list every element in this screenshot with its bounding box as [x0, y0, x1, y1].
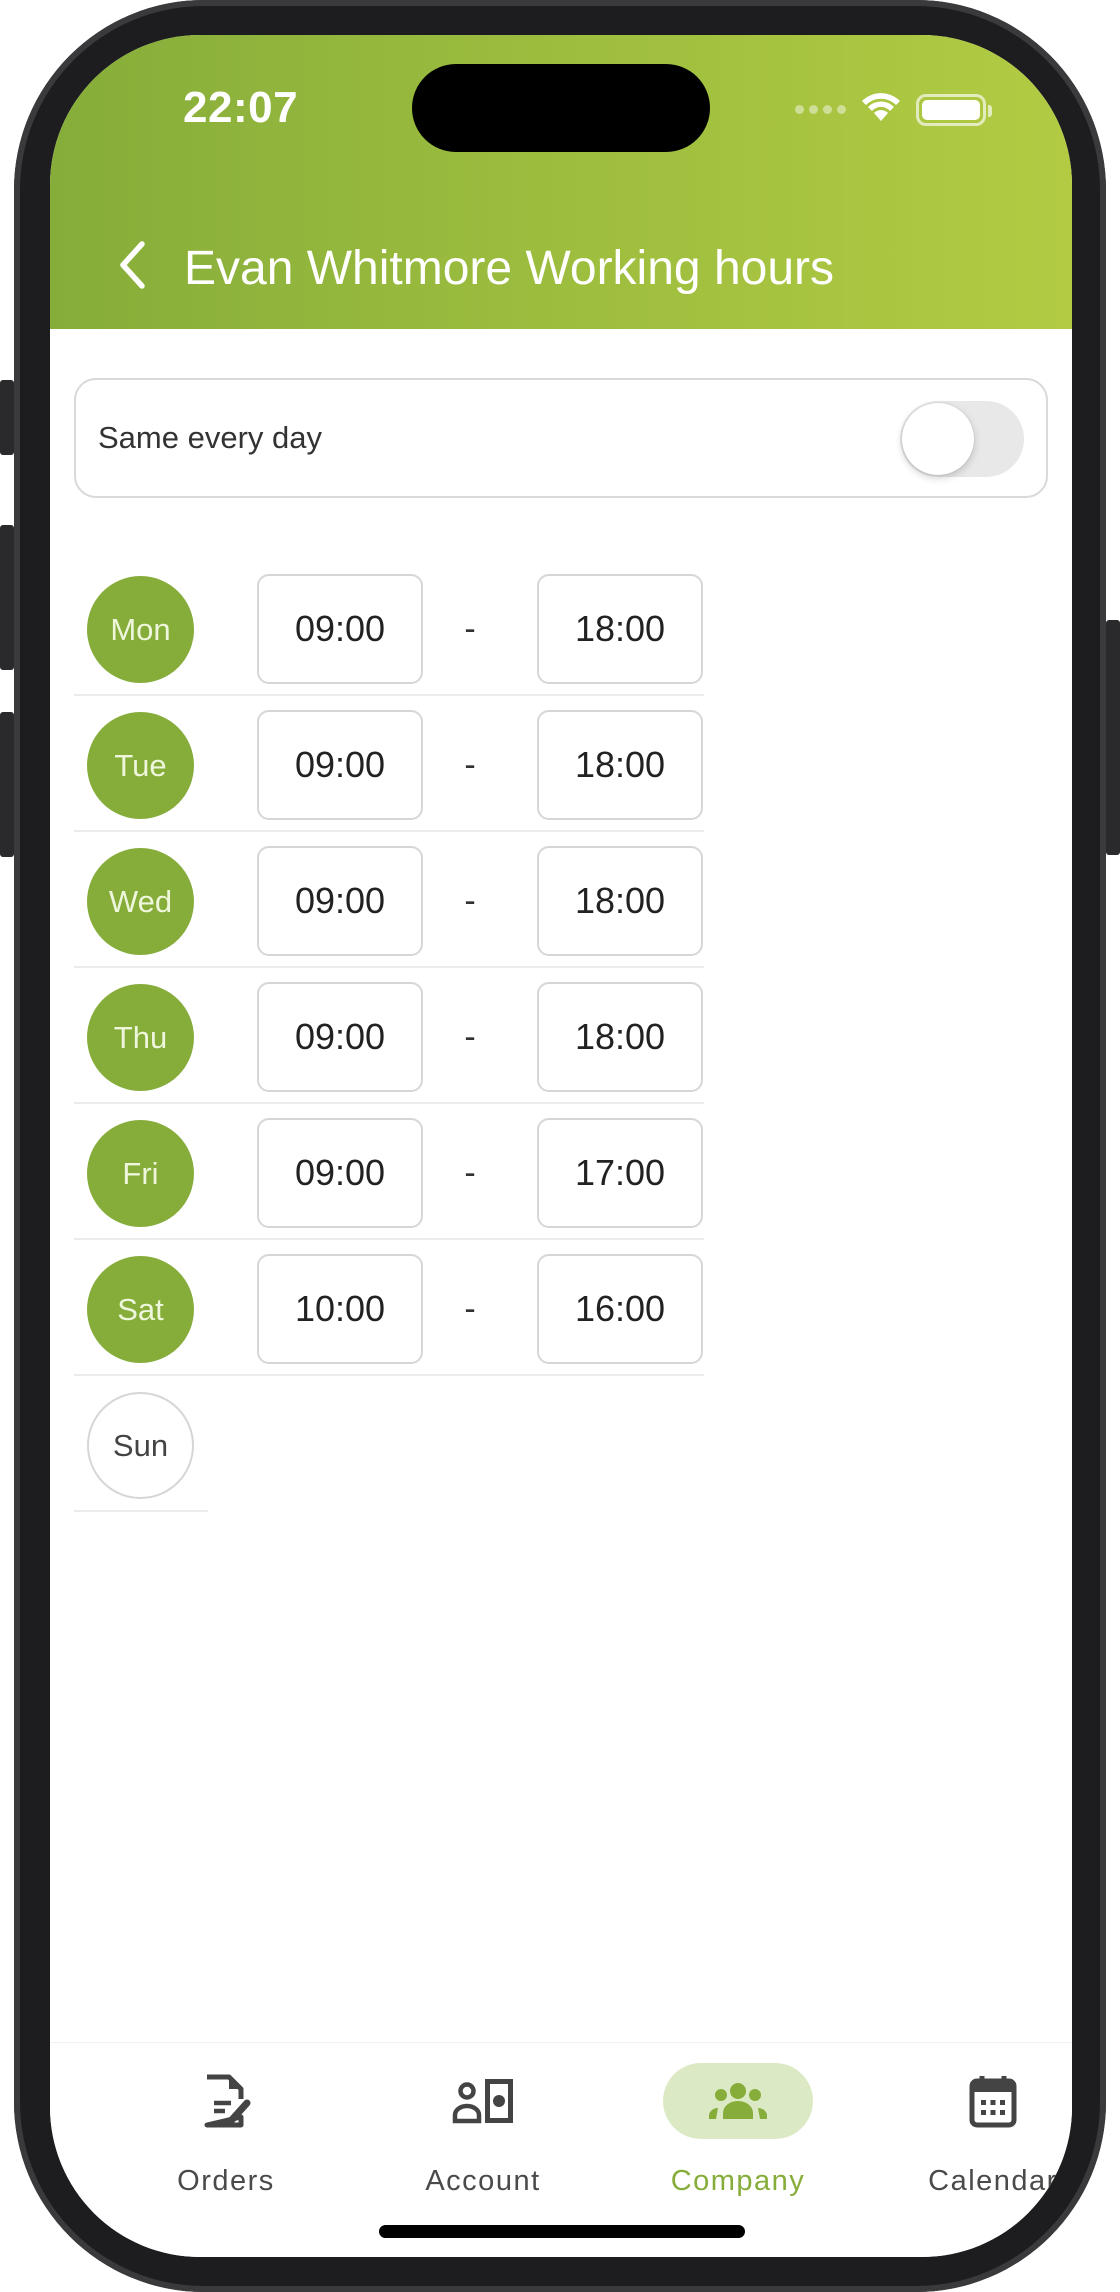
tab-company-label: Company — [670, 2165, 806, 2197]
day-toggle-tue[interactable]: Tue — [87, 712, 194, 819]
day-toggle-sat[interactable]: Sat — [87, 1256, 194, 1363]
time-separator: - — [464, 882, 476, 920]
page-title: Evan Whitmore Working hours — [184, 242, 835, 295]
volume-down-button — [0, 712, 14, 857]
end-time-tue[interactable]: 18:00 — [537, 710, 703, 820]
chevron-left-icon — [120, 241, 145, 289]
tab-orders-label: Orders — [177, 2165, 275, 2197]
toggle-knob — [902, 403, 974, 475]
battery-icon — [916, 93, 992, 126]
day-toggle-mon[interactable]: Mon — [87, 576, 194, 683]
tab-account-label: Account — [425, 2165, 541, 2197]
start-time-mon[interactable]: 09:00 — [257, 574, 423, 684]
status-time: 22:07 — [183, 83, 299, 132]
back-button[interactable] — [102, 225, 162, 305]
power-button — [1106, 620, 1120, 855]
time-separator: - — [464, 610, 476, 648]
day-row-wed: Wed 09:00 - 18:00 — [74, 832, 704, 968]
same-every-day-label: Same every day — [98, 420, 322, 455]
tab-orders[interactable]: Orders — [126, 2063, 326, 2213]
tab-calendar[interactable]: Calendar — [893, 2063, 1072, 2213]
start-time-tue[interactable]: 09:00 — [257, 710, 423, 820]
tab-company[interactable]: Company — [638, 2063, 838, 2213]
home-indicator[interactable] — [379, 2225, 745, 2238]
working-days-list: Mon 09:00 - 18:00 Tue 09:00 - 18:00 Wed … — [74, 560, 704, 1512]
same-every-day-toggle[interactable] — [900, 401, 1024, 477]
calendar-icon — [969, 2076, 1017, 2128]
day-row-tue: Tue 09:00 - 18:00 — [74, 696, 704, 832]
start-time-thu[interactable]: 09:00 — [257, 982, 423, 1092]
time-separator: - — [464, 1154, 476, 1192]
tab-account[interactable]: Account — [383, 2063, 583, 2213]
end-time-sat[interactable]: 16:00 — [537, 1254, 703, 1364]
volume-up-button — [0, 525, 14, 670]
cellular-dots-icon — [795, 105, 846, 114]
day-row-sun: Sun — [74, 1376, 208, 1512]
start-time-wed[interactable]: 09:00 — [257, 846, 423, 956]
day-row-sat: Sat 10:00 - 16:00 — [74, 1240, 704, 1376]
time-separator: - — [464, 1290, 476, 1328]
end-time-thu[interactable]: 18:00 — [537, 982, 703, 1092]
same-every-day-card: Same every day — [74, 378, 1048, 498]
start-time-sat[interactable]: 10:00 — [257, 1254, 423, 1364]
status-icons — [795, 91, 992, 128]
day-row-fri: Fri 09:00 - 17:00 — [74, 1104, 704, 1240]
day-toggle-sun[interactable]: Sun — [87, 1392, 194, 1499]
wifi-icon — [860, 91, 902, 128]
app-screen: 22:07 Evan Whitmore Working hours Same e… — [50, 35, 1072, 2257]
day-row-mon: Mon 09:00 - 18:00 — [74, 560, 704, 696]
document-edit-icon — [204, 2074, 251, 2128]
end-time-fri[interactable]: 17:00 — [537, 1118, 703, 1228]
header: 22:07 Evan Whitmore Working hours — [50, 35, 1072, 329]
day-row-thu: Thu 09:00 - 18:00 — [74, 968, 704, 1104]
dynamic-island — [412, 64, 710, 152]
day-toggle-thu[interactable]: Thu — [87, 984, 194, 1091]
user-money-icon — [452, 2079, 513, 2124]
start-time-fri[interactable]: 09:00 — [257, 1118, 423, 1228]
nav-bar: Evan Whitmore Working hours — [50, 225, 1072, 305]
tab-calendar-label: Calendar — [928, 2165, 1058, 2197]
end-time-mon[interactable]: 18:00 — [537, 574, 703, 684]
day-toggle-fri[interactable]: Fri — [87, 1120, 194, 1227]
end-time-wed[interactable]: 18:00 — [537, 846, 703, 956]
time-separator: - — [464, 1018, 476, 1056]
action-button — [0, 380, 14, 455]
group-icon — [709, 2083, 767, 2119]
time-separator: - — [464, 746, 476, 784]
day-toggle-wed[interactable]: Wed — [87, 848, 194, 955]
